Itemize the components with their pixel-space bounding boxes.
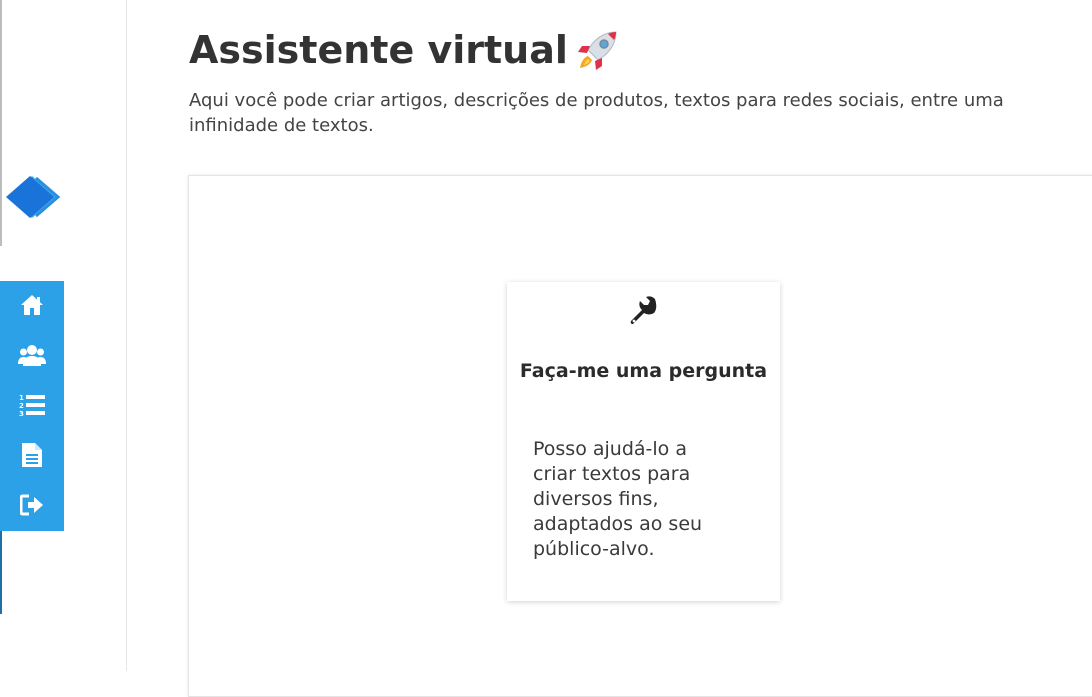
logout-icon [20, 494, 43, 516]
sidebar-item-logout[interactable] [0, 482, 64, 528]
users-icon [18, 345, 46, 366]
left-rail: 1 2 3 [0, 0, 127, 671]
svg-text:2: 2 [19, 402, 24, 410]
sidebar-item-users[interactable] [0, 332, 64, 378]
sidebar-nav: 1 2 3 [0, 281, 64, 531]
page-title: Assistente virtual [189, 28, 620, 72]
rail-edge [0, 0, 2, 246]
home-icon [21, 295, 43, 315]
ask-question-card[interactable]: Faça-me uma pergunta Posso ajudá-lo a cr… [507, 282, 780, 601]
svg-text:3: 3 [19, 410, 24, 417]
numbered-list-icon: 1 2 3 [19, 394, 45, 417]
diamond-logo-icon[interactable] [6, 174, 60, 220]
sidebar-item-home[interactable] [0, 282, 64, 328]
rail-edge [0, 530, 2, 614]
card-description: Posso ajudá-lo a criar textos para diver… [533, 438, 703, 560]
wrench-icon [630, 296, 657, 324]
card-title: Faça-me uma pergunta [519, 360, 768, 382]
sidebar-item-list[interactable]: 1 2 3 [0, 382, 64, 428]
page-title-text: Assistente virtual [189, 28, 568, 72]
document-icon [22, 443, 42, 467]
sidebar-item-documents[interactable] [0, 432, 64, 478]
svg-text:1: 1 [19, 394, 24, 402]
rocket-icon [577, 31, 617, 70]
page-subtitle: Aqui você pode criar artigos, descrições… [189, 90, 1004, 136]
